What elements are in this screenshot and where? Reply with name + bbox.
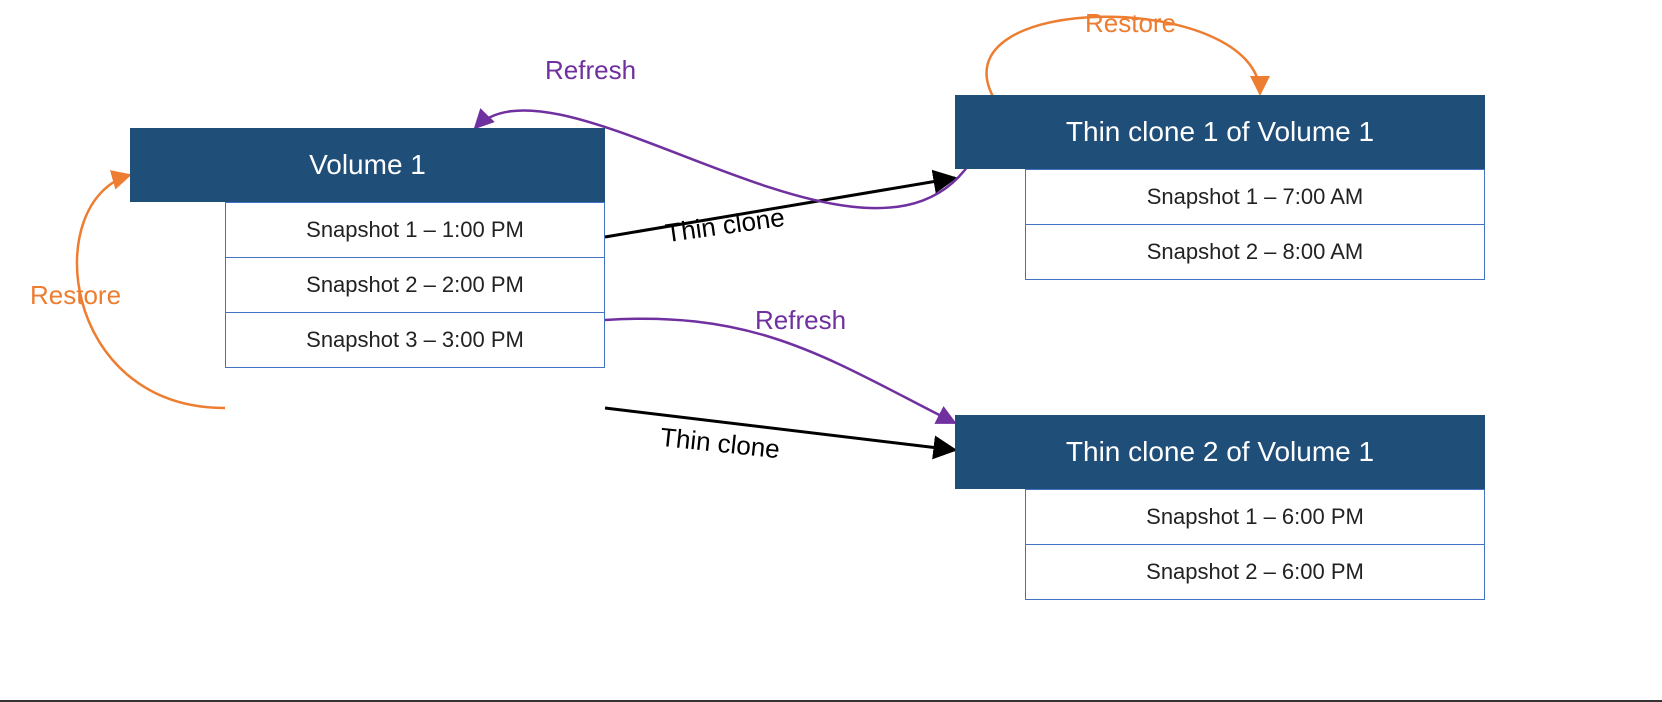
volume-1-snap-2: Snapshot 2 – 2:00 PM bbox=[225, 258, 605, 313]
label-restore-left: Restore bbox=[30, 280, 121, 311]
thin-clone-2-snap-1: Snapshot 1 – 6:00 PM bbox=[1025, 489, 1485, 545]
thin-clone-1: Thin clone 1 of Volume 1 Snapshot 1 – 7:… bbox=[955, 95, 1485, 280]
thin-clone-2-snap-2: Snapshot 2 – 6:00 PM bbox=[1025, 545, 1485, 600]
label-thinclone-bottom: Thin clone bbox=[659, 422, 782, 465]
label-thinclone-top: Thin clone bbox=[663, 202, 786, 249]
label-refresh-mid: Refresh bbox=[755, 305, 846, 336]
label-refresh-top: Refresh bbox=[545, 55, 636, 86]
thin-clone-2: Thin clone 2 of Volume 1 Snapshot 1 – 6:… bbox=[955, 415, 1485, 600]
label-restore-right: Restore bbox=[1085, 8, 1176, 39]
volume-1-header: Volume 1 bbox=[130, 128, 605, 202]
thin-clone-2-header: Thin clone 2 of Volume 1 bbox=[955, 415, 1485, 489]
thin-clone-1-snap-2: Snapshot 2 – 8:00 AM bbox=[1025, 225, 1485, 280]
volume-1: Volume 1 Snapshot 1 – 1:00 PM Snapshot 2… bbox=[130, 128, 605, 368]
thin-clone-2-snap-list: Snapshot 1 – 6:00 PM Snapshot 2 – 6:00 P… bbox=[1025, 489, 1485, 600]
thin-clone-1-snap-list: Snapshot 1 – 7:00 AM Snapshot 2 – 8:00 A… bbox=[1025, 169, 1485, 280]
volume-1-snap-3: Snapshot 3 – 3:00 PM bbox=[225, 313, 605, 368]
thin-clone-1-header: Thin clone 1 of Volume 1 bbox=[955, 95, 1485, 169]
volume-1-snap-list: Snapshot 1 – 1:00 PM Snapshot 2 – 2:00 P… bbox=[225, 202, 605, 368]
thin-clone-1-snap-1: Snapshot 1 – 7:00 AM bbox=[1025, 169, 1485, 225]
volume-1-snap-1: Snapshot 1 – 1:00 PM bbox=[225, 202, 605, 258]
